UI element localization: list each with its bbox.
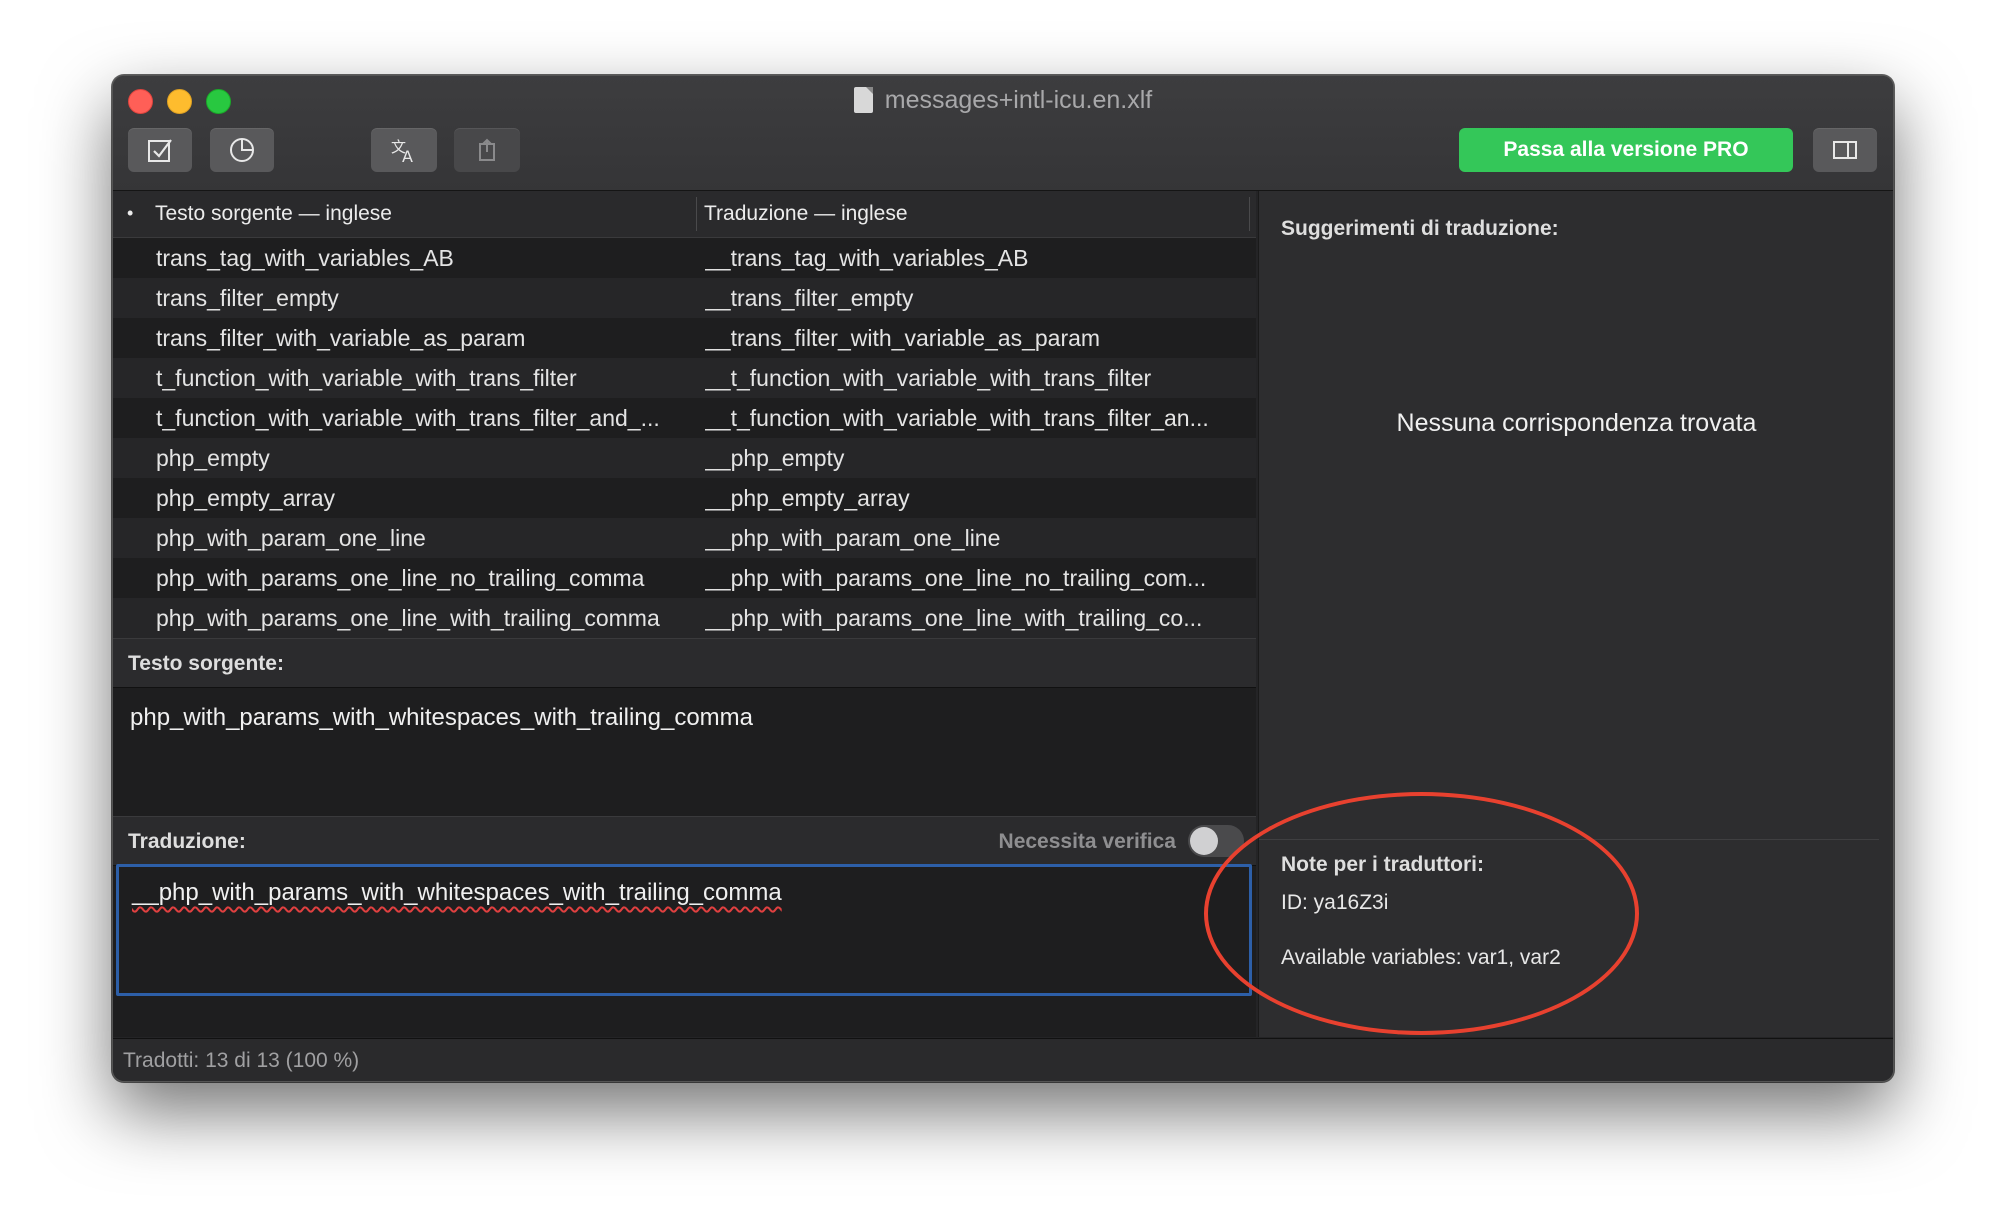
title-bar: messages+intl-icu.en.xlf 文A Passa alla v… [113,76,1893,191]
translated-count: Tradotti: 13 di 13 (100 %) [123,1049,360,1072]
window-title: messages+intl-icu.en.xlf [113,82,1893,118]
translation-cell: __php_with_param_one_line [705,525,1001,551]
source-cell: trans_filter_with_variable_as_param [156,325,526,351]
translation-text[interactable]: __php_with_params_with_whitespaces_with_… [132,879,782,907]
needs-review-label: Necessita verifica [998,830,1176,853]
table-row[interactable]: php_empty __php_empty [113,438,1256,478]
table-row[interactable]: trans_filter_with_variable_as_param __tra… [113,318,1256,358]
source-column-header[interactable]: Testo sorgente — inglese [155,202,392,226]
clock-icon [230,138,254,162]
status-bar: Tradotti: 13 di 13 (100 %) [113,1038,1893,1081]
strings-table[interactable]: trans_tag_with_variables_AB __trans_tag_w… [113,238,1256,638]
table-row[interactable]: trans_tag_with_variables_AB __trans_tag_w… [113,238,1256,278]
editor-pane: • Testo sorgente — inglese Traduzione — … [113,191,1256,1037]
translation-cell: __t_function_with_variable_with_trans_fi… [705,365,1152,391]
translation-section-label: Traduzione: [128,830,246,853]
export-button[interactable] [454,128,520,172]
upgrade-pro-button[interactable]: Passa alla versione PRO [1459,128,1793,172]
table-row[interactable]: t_function_with_variable_with_trans_filt… [113,398,1256,438]
export-icon [479,138,495,161]
table-header: • Testo sorgente — inglese Traduzione — … [113,191,1256,238]
source-cell: php_with_param_one_line [156,525,426,551]
window-title-text: messages+intl-icu.en.xlf [884,86,1153,114]
source-section-label: Testo sorgente: [128,652,284,675]
source-cell: t_function_with_variable_with_trans_filt… [156,365,577,391]
translation-cell: __trans_tag_with_variables_AB [705,245,1029,271]
sidebar-toggle-button[interactable] [1813,128,1877,172]
source-text: php_with_params_with_whitespaces_with_tr… [130,704,753,731]
source-cell: t_function_with_variable_with_trans_filt… [156,405,660,431]
table-row[interactable]: php_with_params_one_line_no_trailing_com… [113,558,1256,598]
translation-column-header[interactable]: Traduzione — inglese [704,202,908,226]
source-cell: php_empty [156,445,270,471]
column-divider[interactable] [1249,197,1250,231]
table-row[interactable]: trans_filter_empty __trans_filter_empty [113,278,1256,318]
source-cell: php_empty_array [156,485,335,511]
document-icon [853,87,873,113]
translation-cell: __php_with_params_one_line_with_trailing… [705,605,1203,631]
translation-cell: __trans_filter_empty [705,285,914,311]
annotation-ellipse [1204,792,1639,1035]
translation-section-header: Traduzione: Necessita verifica [113,816,1256,866]
translate-icon: 文A [391,138,413,164]
state-column-header[interactable]: • [127,203,133,224]
translation-cell: __php_empty [705,445,845,471]
no-match-message: Nessuna corrispondenza trovata [1396,409,1757,437]
statistics-button[interactable] [210,128,274,172]
translate-button[interactable]: 文A [371,128,437,172]
checkmark-button[interactable] [128,128,192,172]
svg-text:A: A [402,147,413,164]
translation-cell: __t_function_with_variable_with_trans_fi… [705,405,1209,431]
suggestions-title: Suggerimenti di traduzione: [1281,217,1559,240]
column-divider[interactable] [696,197,697,231]
table-row[interactable]: php_with_param_one_line __php_with_param_… [113,518,1256,558]
translation-editor[interactable]: __php_with_params_with_whitespaces_with_… [116,864,1252,996]
source-section-header: Testo sorgente: [113,638,1256,688]
checkmark-icon [148,139,172,162]
source-cell: php_with_params_one_line_with_trailing_c… [156,605,660,631]
table-row[interactable]: t_function_with_variable_with_trans_filt… [113,358,1256,398]
toggle-knob [1190,827,1218,855]
translation-cell: __trans_filter_with_variable_as_param [705,325,1101,351]
source-cell: php_with_params_one_line_no_trailing_com… [156,565,645,591]
table-row[interactable]: php_empty_array __php_empty_array [113,478,1256,518]
source-cell: trans_tag_with_variables_AB [156,245,454,271]
source-cell: trans_filter_empty [156,285,339,311]
sidebar-icon [1833,141,1857,159]
table-row[interactable]: php_with_params_one_line_with_trailing_c… [113,598,1256,638]
translation-cell: __php_with_params_one_line_no_trailing_c… [705,565,1207,591]
translation-cell: __php_empty_array [705,485,910,511]
